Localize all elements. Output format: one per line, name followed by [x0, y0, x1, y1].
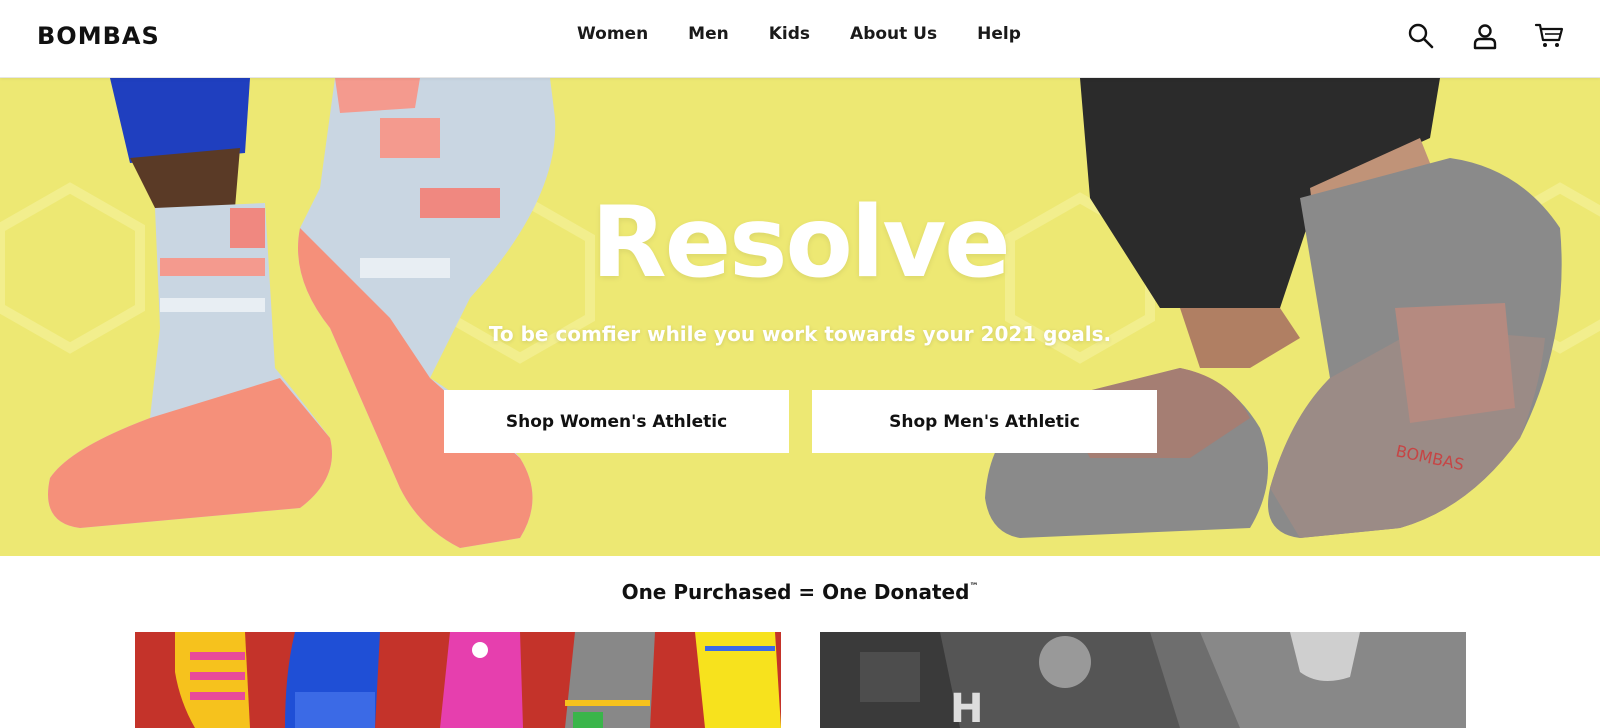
hero-title: Resolve [591, 186, 1011, 300]
nav-item-help[interactable]: Help [977, 24, 1021, 44]
section-heading: One Purchased = One Donated™ [0, 580, 1600, 604]
cart-icon[interactable] [1534, 20, 1564, 52]
svg-text:H: H [950, 686, 983, 728]
donation-photo: H [820, 632, 1466, 728]
bombas-logo[interactable]: BOMBAS [37, 22, 160, 50]
section-heading-text: One Purchased = One Donated [621, 580, 970, 604]
promo-card-socks[interactable] [135, 632, 781, 728]
hero-banner: BOMBAS Resolve To be comfier while you w… [0, 78, 1600, 556]
nav-item-men[interactable]: Men [688, 24, 729, 44]
nav-item-about-us[interactable]: About Us [850, 24, 937, 44]
shop-womens-athletic-button[interactable]: Shop Women's Athletic [444, 390, 789, 453]
main-nav: Women Men Kids About Us Help [577, 24, 1021, 44]
account-icon[interactable] [1470, 20, 1500, 52]
nav-item-kids[interactable]: Kids [769, 24, 810, 44]
trademark-symbol: ™ [969, 582, 979, 592]
promo-card-donation[interactable]: H [820, 632, 1466, 728]
shop-mens-athletic-button[interactable]: Shop Men's Athletic [812, 390, 1157, 453]
nav-item-women[interactable]: Women [577, 24, 648, 44]
search-icon[interactable] [1406, 20, 1436, 52]
hero-subtitle: To be comfier while you work towards you… [488, 322, 1112, 346]
colorful-socks-image [135, 632, 781, 728]
site-header: BOMBAS Women Men Kids About Us Help [0, 0, 1600, 78]
header-actions [1372, 20, 1564, 52]
hero-illustration: BOMBAS [0, 78, 1600, 548]
